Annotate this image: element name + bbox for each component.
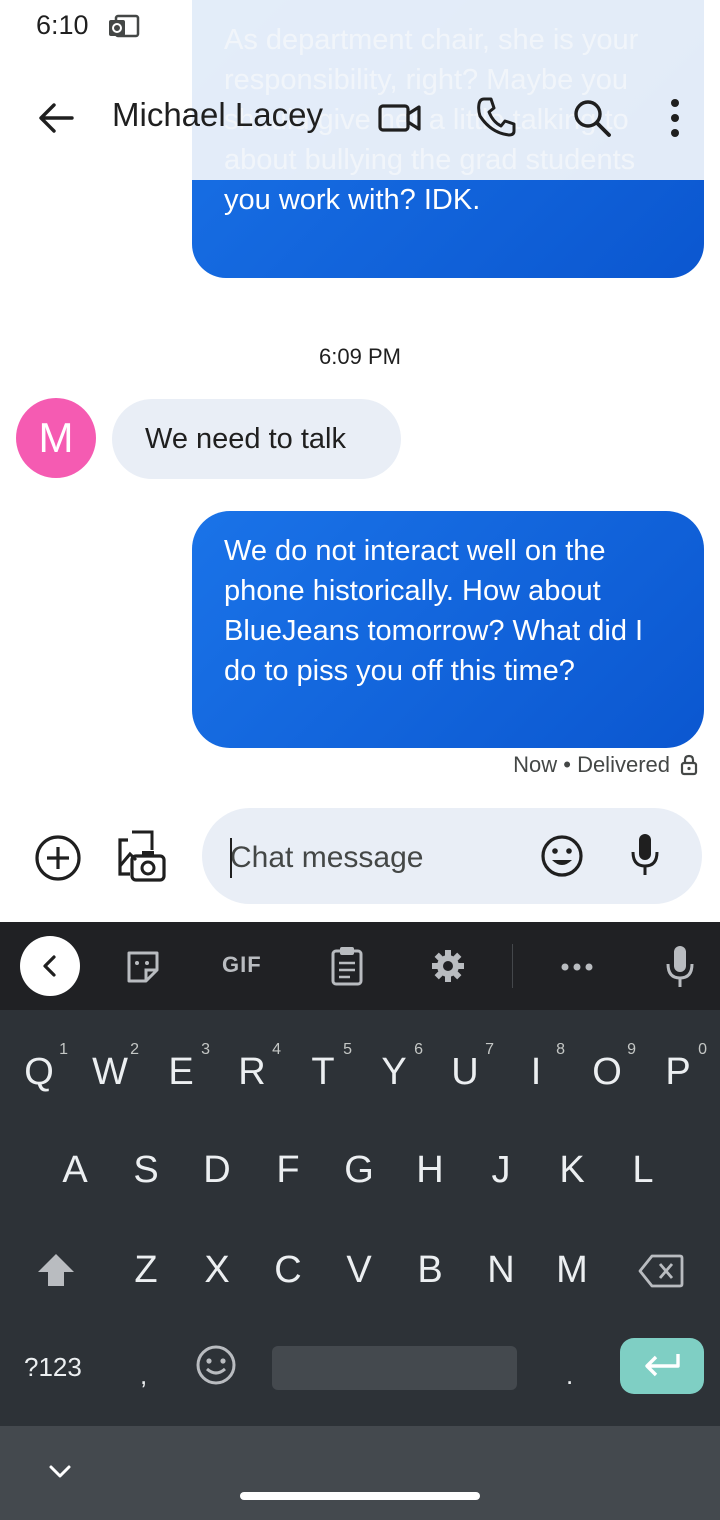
incoming-message[interactable]: We need to talk <box>112 399 401 479</box>
sticker-icon[interactable] <box>124 948 162 986</box>
lock-icon <box>680 754 698 776</box>
add-attachment-icon[interactable] <box>34 834 82 882</box>
outgoing-message[interactable]: We do not interact well on the phone his… <box>192 511 704 748</box>
more-vert-icon[interactable] <box>668 98 682 138</box>
key-y[interactable]: Y6 <box>363 1030 425 1114</box>
key-a[interactable]: A <box>44 1128 106 1212</box>
gif-button[interactable]: GIF <box>222 952 262 978</box>
mic-icon[interactable] <box>630 832 660 878</box>
key-hint: 5 <box>343 1041 352 1058</box>
backspace-icon[interactable] <box>638 1254 684 1288</box>
enter-key[interactable] <box>620 1338 704 1394</box>
key-label: W <box>92 1051 128 1093</box>
key-k[interactable]: K <box>541 1128 603 1212</box>
emoji-icon[interactable] <box>540 834 584 878</box>
settings-icon[interactable] <box>430 948 466 984</box>
key-l[interactable]: L <box>612 1128 674 1212</box>
key-v[interactable]: V <box>328 1228 390 1312</box>
key-hint: 9 <box>627 1041 636 1058</box>
key-label: R <box>238 1051 266 1093</box>
key-hint: 1 <box>59 1041 68 1058</box>
key-n[interactable]: N <box>470 1228 532 1312</box>
key-label: Y <box>381 1051 407 1093</box>
contact-name[interactable]: Michael Lacey <box>112 96 323 134</box>
voice-input-icon[interactable] <box>664 944 696 990</box>
message-text: We need to talk <box>145 423 346 455</box>
key-j[interactable]: J <box>470 1128 532 1212</box>
key-p[interactable]: P0 <box>647 1030 709 1114</box>
key-r[interactable]: R4 <box>221 1030 283 1114</box>
hide-keyboard-icon[interactable] <box>48 1464 72 1480</box>
video-call-icon[interactable] <box>378 102 422 134</box>
chat-message-input[interactable] <box>230 838 520 878</box>
key-g[interactable]: G <box>328 1128 390 1212</box>
keyboard: Q1W2E3R4T5Y6U7I8O9P0 ASDFGHJKL ZXCVBNM ?… <box>0 1010 720 1426</box>
key-label: T <box>311 1051 335 1093</box>
status-time: 6:10 <box>36 10 89 40</box>
key-hint: 3 <box>201 1041 210 1058</box>
key-o[interactable]: O9 <box>576 1030 638 1114</box>
key-f[interactable]: F <box>257 1128 319 1212</box>
key-hint: 7 <box>485 1041 494 1058</box>
symbols-key[interactable]: ?123 <box>24 1352 82 1383</box>
key-label: O <box>592 1051 622 1093</box>
key-q[interactable]: Q1 <box>8 1030 70 1114</box>
chevron-left-icon <box>43 955 56 977</box>
search-icon[interactable] <box>572 98 612 138</box>
avatar[interactable]: M <box>16 398 96 478</box>
compose-field[interactable] <box>202 808 702 904</box>
back-arrow-icon[interactable] <box>36 100 76 136</box>
key-s[interactable]: S <box>115 1128 177 1212</box>
key-h[interactable]: H <box>399 1128 461 1212</box>
key-t[interactable]: T5 <box>292 1030 354 1114</box>
key-hint: 8 <box>556 1041 565 1058</box>
key-b[interactable]: B <box>399 1228 461 1312</box>
shift-icon[interactable] <box>36 1252 76 1288</box>
key-x[interactable]: X <box>186 1228 248 1312</box>
key-label: Q <box>24 1051 54 1093</box>
text-cursor <box>230 838 232 878</box>
keyboard-toolbar: GIF <box>0 922 720 1010</box>
toolbar-divider <box>512 944 513 988</box>
key-i[interactable]: I8 <box>505 1030 567 1114</box>
clipboard-icon[interactable] <box>330 946 364 986</box>
key-hint: 6 <box>414 1041 423 1058</box>
emoji-key-icon[interactable] <box>195 1344 237 1386</box>
key-label: P <box>665 1051 691 1093</box>
key-z[interactable]: Z <box>115 1228 177 1312</box>
key-d[interactable]: D <box>186 1128 248 1212</box>
key-c[interactable]: C <box>257 1228 319 1312</box>
delivery-status-text: Now • Delivered <box>513 752 670 777</box>
period-key[interactable]: . <box>566 1360 573 1391</box>
phone-icon[interactable] <box>476 96 516 138</box>
outlook-notification-icon <box>109 14 140 38</box>
key-label: I <box>530 1051 542 1093</box>
key-e[interactable]: E3 <box>150 1030 212 1114</box>
gallery-icon[interactable] <box>116 830 168 884</box>
navigation-bar <box>0 1426 720 1520</box>
keyboard-back-button[interactable] <box>20 936 80 996</box>
key-hint: 2 <box>130 1041 139 1058</box>
key-label: E <box>168 1051 194 1093</box>
conversation-header: Michael Lacey <box>0 70 720 166</box>
comma-key[interactable]: , <box>140 1360 147 1391</box>
enter-icon <box>645 1354 680 1377</box>
key-u[interactable]: U7 <box>434 1030 496 1114</box>
key-w[interactable]: W2 <box>79 1030 141 1114</box>
delivery-status: Now • Delivered <box>513 752 698 778</box>
more-icon[interactable] <box>560 962 594 972</box>
message-text: We do not interact well on the phone his… <box>224 535 644 687</box>
key-hint: 4 <box>272 1041 281 1058</box>
key-hint: 0 <box>698 1041 707 1058</box>
home-gesture-bar[interactable] <box>240 1492 480 1500</box>
space-key[interactable] <box>272 1346 517 1390</box>
key-m[interactable]: M <box>541 1228 603 1312</box>
message-timestamp: 6:09 PM <box>319 344 401 369</box>
key-label: U <box>451 1051 479 1093</box>
